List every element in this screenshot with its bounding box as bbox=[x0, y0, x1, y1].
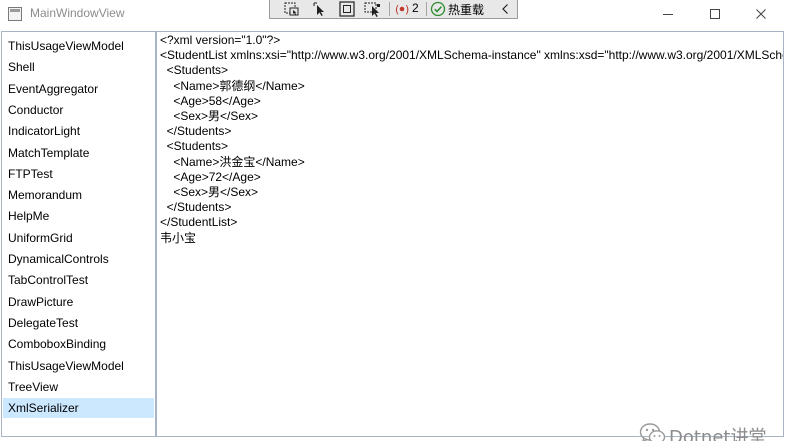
output-line: <Students> bbox=[160, 63, 229, 78]
list-item[interactable]: DelegateTest bbox=[3, 313, 154, 333]
list-item[interactable]: IndicatorLight bbox=[3, 121, 154, 141]
list-item[interactable]: Conductor bbox=[3, 100, 154, 120]
output-line: <Name>郭德纲</Name> bbox=[160, 78, 305, 93]
cursor-icon[interactable] bbox=[310, 1, 331, 17]
output-line: </Students> bbox=[160, 200, 232, 215]
output-line: <StudentList xmlns:xsi="http://www.w3.or… bbox=[160, 48, 784, 63]
xml-output-textbox[interactable]: <?xml version="1.0"?> <StudentList xmlns:… bbox=[156, 31, 784, 437]
list-item[interactable]: UniformGrid bbox=[3, 228, 154, 248]
toolbar-separator bbox=[389, 2, 390, 16]
hot-reload-check-icon[interactable] bbox=[428, 1, 449, 17]
window-content: ThisUsageViewModel Shell EventAggregator Co… bbox=[0, 28, 794, 441]
list-item[interactable]: Shell bbox=[3, 57, 154, 77]
binding-failures-count: 2 bbox=[412, 1, 419, 15]
output-line: <?xml version="1.0"?> bbox=[160, 33, 281, 47]
maximize-button[interactable] bbox=[692, 0, 738, 28]
display-adorners-icon[interactable] bbox=[337, 1, 358, 17]
watermark-text: Dotnet讲堂 bbox=[669, 427, 767, 441]
track-focus-icon[interactable] bbox=[363, 1, 384, 17]
hot-reload-label[interactable]: 热重载 bbox=[448, 1, 484, 18]
list-item[interactable]: TabControlTest bbox=[3, 270, 154, 290]
output-line: </StudentList> bbox=[160, 215, 238, 230]
close-button[interactable] bbox=[738, 0, 784, 28]
close-icon bbox=[756, 9, 766, 19]
svg-text:(: ( bbox=[395, 3, 399, 16]
list-item[interactable]: HelpMe bbox=[3, 206, 154, 226]
list-item[interactable]: MatchTemplate bbox=[3, 143, 154, 163]
toolbar-separator bbox=[426, 2, 427, 16]
window-title: MainWindowView bbox=[30, 6, 125, 20]
view-list[interactable]: ThisUsageViewModel Shell EventAggregator Co… bbox=[1, 31, 156, 437]
output-line: <Sex>男</Sex> bbox=[160, 185, 259, 199]
maximize-icon bbox=[710, 9, 720, 19]
output-line: </Students> bbox=[160, 124, 232, 139]
minimize-button[interactable] bbox=[645, 0, 691, 28]
chevron-left-icon[interactable] bbox=[495, 1, 516, 17]
minimize-icon bbox=[663, 14, 673, 15]
debug-toolbar: ( ) 2 热重载 bbox=[269, 0, 518, 19]
list-item[interactable]: EventAggregator bbox=[3, 79, 154, 99]
binding-failures-icon[interactable]: ( ) bbox=[393, 1, 414, 17]
list-item[interactable]: FTPTest bbox=[3, 164, 154, 184]
list-item[interactable]: ComboboxBinding bbox=[3, 334, 154, 354]
output-line: <Name>洪金宝</Name> bbox=[160, 154, 305, 169]
wechat-icon bbox=[639, 423, 666, 441]
list-item[interactable]: ThisUsageViewModel bbox=[3, 356, 154, 376]
list-item[interactable]: DrawPicture bbox=[3, 292, 154, 312]
list-item[interactable]: TreeView bbox=[3, 377, 154, 397]
list-item[interactable]: ThisUsageViewModel bbox=[3, 36, 154, 56]
output-line: <Sex>男</Sex> bbox=[160, 109, 259, 123]
list-item[interactable]: DynamicalControls bbox=[3, 249, 154, 269]
list-item[interactable]: Memorandum bbox=[3, 185, 154, 205]
select-element-icon[interactable] bbox=[282, 1, 303, 17]
list-item[interactable]: XmlSerializer bbox=[3, 398, 154, 419]
output-line: <Students> bbox=[160, 139, 229, 154]
svg-text:): ) bbox=[405, 3, 409, 16]
output-line: 韦小宝 bbox=[160, 230, 197, 245]
output-line: <Age>58</Age> bbox=[160, 93, 261, 108]
output-line: <Age>72</Age> bbox=[160, 169, 261, 184]
title-bar[interactable]: MainWindowView () 2 热重载 bbox=[0, 0, 794, 28]
app-window-icon bbox=[8, 7, 22, 21]
